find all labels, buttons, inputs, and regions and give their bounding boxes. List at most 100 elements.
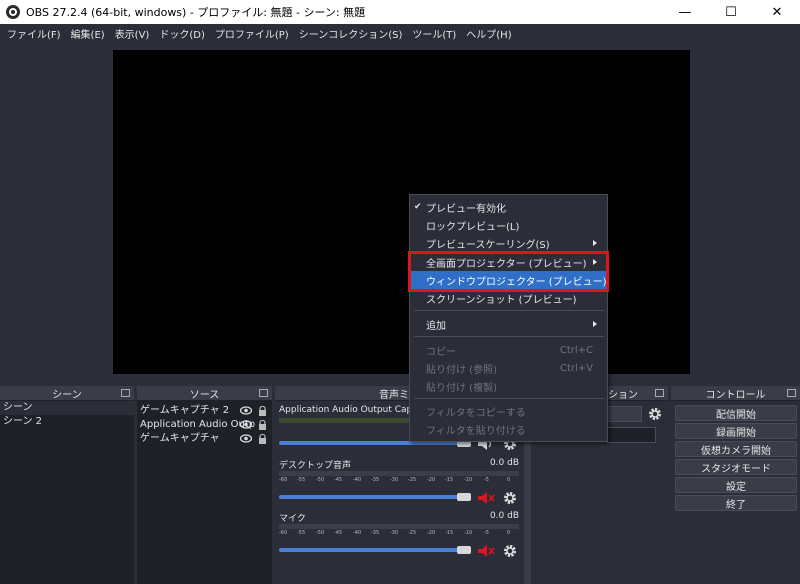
channel-db: 0.0 dB: [489, 458, 519, 468]
tick-label: -55: [297, 530, 306, 536]
volume-slider[interactable]: [279, 495, 465, 499]
menu-item-copy[interactable]: コピー Ctrl+C: [410, 341, 607, 359]
sources-dock-header: ソース: [137, 386, 272, 401]
tick-label: -60: [279, 530, 288, 536]
muted-speaker-icon[interactable]: [477, 491, 495, 505]
tick-label: -10: [464, 477, 473, 483]
tick-label: -5: [484, 477, 489, 483]
scenes-dock-title: シーン: [52, 389, 82, 401]
menu-item-shortcut: Ctrl+C: [559, 344, 593, 356]
transition-select[interactable]: [606, 406, 642, 422]
preview-context-menu: ✔ プレビュー有効化 ロックプレビュー(L) プレビュースケーリング(S) 全画…: [409, 194, 608, 442]
close-button[interactable]: ✕: [754, 0, 800, 24]
mixer-channel: デスクトップ音声 0.0 dB -60 -55 -50 -45 -40 -35 …: [279, 458, 519, 510]
source-item[interactable]: ゲームキャプチャ 2: [137, 404, 272, 418]
gear-icon[interactable]: [503, 544, 517, 558]
undock-icon[interactable]: [655, 389, 664, 397]
menu-docks[interactable]: ドック(D): [154, 26, 210, 41]
menu-bar: ファイル(F) 編集(E) 表示(V) ドック(D) プロファイル(P) シーン…: [0, 24, 800, 42]
source-item-label: ゲームキャプチャ: [140, 433, 220, 444]
volume-meter: [279, 524, 519, 529]
mixer-channel: マイク 0.0 dB -60 -55 -50 -45 -40 -35 -30 -…: [279, 511, 519, 563]
tick-label: -30: [390, 477, 399, 483]
gear-icon[interactable]: [503, 491, 517, 505]
source-item[interactable]: ゲームキャプチャ: [137, 432, 272, 446]
menu-item-label: プレビュー有効化: [426, 203, 506, 215]
tick-label: -30: [390, 530, 399, 536]
tick-label: -15: [445, 530, 454, 536]
exit-button[interactable]: 終了: [675, 495, 797, 511]
tick-label: -45: [334, 477, 343, 483]
menu-item-paste-reference[interactable]: 貼り付け (参照) Ctrl+V: [410, 359, 607, 377]
menu-item-label: フィルタを貼り付ける: [426, 425, 526, 437]
start-streaming-button[interactable]: 配信開始: [675, 405, 797, 421]
gear-icon[interactable]: [648, 407, 662, 421]
menu-item-enable-preview[interactable]: ✔ プレビュー有効化: [410, 198, 607, 216]
undock-icon[interactable]: [121, 389, 130, 397]
menu-item-label: 追加: [426, 320, 446, 332]
menu-edit[interactable]: 編集(E): [66, 26, 110, 41]
menu-item-preview-scaling[interactable]: プレビュースケーリング(S): [410, 234, 607, 252]
eye-icon[interactable]: [240, 406, 252, 415]
eye-icon[interactable]: [240, 420, 252, 429]
scene-list: シーン シーン 2: [0, 401, 134, 584]
volume-slider-knob[interactable]: [457, 493, 471, 501]
menu-help[interactable]: ヘルプ(H): [461, 26, 516, 41]
start-virtual-camera-button[interactable]: 仮想カメラ開始: [675, 441, 797, 457]
muted-speaker-icon[interactable]: [477, 544, 495, 558]
menu-item-label: プレビュースケーリング(S): [426, 239, 550, 251]
scene-item[interactable]: シーン: [0, 401, 134, 415]
tick-label: -10: [464, 530, 473, 536]
duration-spinbox[interactable]: [606, 427, 656, 443]
tick-label: -5: [484, 530, 489, 536]
tick-label: -35: [371, 477, 380, 483]
tick-label: -25: [408, 530, 417, 536]
menu-item-label: ロックプレビュー(L): [426, 221, 520, 233]
tick-label: -45: [334, 530, 343, 536]
obs-logo-icon: [6, 5, 20, 19]
source-item-label: ゲームキャプチャ 2: [140, 405, 230, 416]
meter-ticks: -60 -55 -50 -45 -40 -35 -30 -25 -20 -15 …: [279, 530, 519, 539]
menu-separator: [414, 310, 604, 311]
undock-icon[interactable]: [787, 389, 796, 397]
checkmark-icon: ✔: [414, 202, 422, 212]
undock-icon[interactable]: [259, 389, 268, 397]
volume-slider[interactable]: [279, 548, 465, 552]
lock-icon[interactable]: [258, 406, 267, 416]
lock-icon[interactable]: [258, 420, 267, 430]
start-recording-button[interactable]: 録画開始: [675, 423, 797, 439]
menu-view[interactable]: 表示(V): [110, 26, 155, 41]
menu-item-copy-filters[interactable]: フィルタをコピーする: [410, 402, 607, 420]
menu-item-add[interactable]: 追加: [410, 315, 607, 333]
menu-item-label: コピー: [426, 346, 456, 358]
menu-scene-collection[interactable]: シーンコレクション(S): [294, 26, 408, 41]
studio-mode-button[interactable]: スタジオモード: [675, 459, 797, 475]
scene-item[interactable]: シーン 2: [0, 415, 134, 429]
menu-separator: [414, 336, 604, 337]
volume-slider-knob[interactable]: [457, 546, 471, 554]
title-bar: OBS 27.2.4 (64-bit, windows) - プロファイル: 無…: [0, 0, 800, 24]
menu-item-shortcut: Ctrl+V: [559, 362, 593, 374]
source-item[interactable]: Application Audio Outp: [137, 418, 272, 432]
sources-dock: ソース ゲームキャプチャ 2 Application Audio Outp ゲー…: [137, 386, 272, 584]
maximize-button[interactable]: ☐: [708, 0, 754, 24]
menu-file[interactable]: ファイル(F): [2, 26, 66, 41]
tick-label: -20: [427, 530, 436, 536]
menu-item-paste-filters[interactable]: フィルタを貼り付ける: [410, 420, 607, 438]
menu-tools[interactable]: ツール(T): [407, 26, 461, 41]
transitions-dock-title: ション: [608, 389, 638, 401]
menu-item-label: 貼り付け (参照): [426, 364, 497, 376]
channel-db: 0.0 dB: [489, 511, 519, 521]
tick-label: -15: [445, 477, 454, 483]
menu-item-label: フィルタをコピーする: [426, 407, 526, 419]
menu-item-paste-duplicate[interactable]: 貼り付け (複製): [410, 377, 607, 395]
menu-item-label: 貼り付け (複製): [426, 382, 497, 394]
lock-icon[interactable]: [258, 434, 267, 444]
tick-label: -60: [279, 477, 288, 483]
menu-profile[interactable]: プロファイル(P): [210, 26, 294, 41]
tick-label: -55: [297, 477, 306, 483]
minimize-button[interactable]: —: [662, 0, 708, 24]
menu-item-lock-preview[interactable]: ロックプレビュー(L): [410, 216, 607, 234]
eye-icon[interactable]: [240, 434, 252, 443]
settings-button[interactable]: 設定: [675, 477, 797, 493]
